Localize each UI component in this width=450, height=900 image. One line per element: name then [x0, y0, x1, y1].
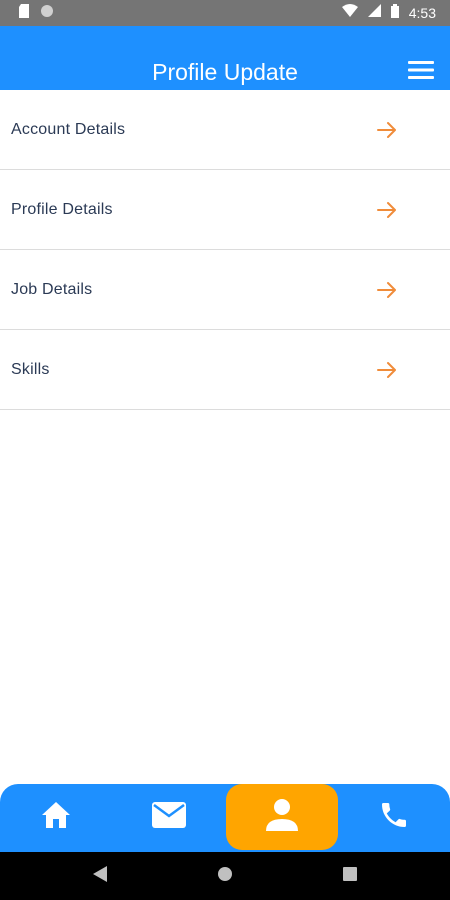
recents-icon	[343, 866, 357, 886]
status-bar: 4:53	[0, 0, 450, 26]
list-item-profile-details[interactable]: Profile Details	[0, 170, 450, 250]
menu-button[interactable]	[406, 58, 436, 86]
status-left	[18, 3, 54, 23]
hamburger-menu-icon	[408, 60, 434, 85]
list-item-account-details[interactable]: Account Details	[0, 90, 450, 170]
nav-phone-button[interactable]	[338, 784, 450, 850]
battery-icon	[390, 3, 399, 23]
status-right: 4:53	[341, 3, 436, 23]
arrow-right-icon	[376, 279, 398, 301]
list-item-label: Account Details	[11, 120, 126, 138]
signal-icon	[367, 4, 381, 22]
system-nav-bar	[0, 852, 450, 900]
arrow-right-icon	[376, 359, 398, 381]
nav-profile-button[interactable]	[226, 784, 338, 850]
back-icon	[93, 865, 107, 887]
person-icon	[264, 797, 300, 838]
nav-home-button[interactable]	[0, 784, 112, 850]
screen: 4:53 Profile Update Account Details Prof…	[0, 0, 450, 900]
phone-icon	[378, 799, 410, 836]
list-item-label: Profile Details	[11, 200, 113, 218]
status-time: 4:53	[408, 5, 436, 21]
app-bar: Profile Update	[0, 26, 450, 90]
bottom-nav	[0, 784, 450, 852]
list-item-job-details[interactable]: Job Details	[0, 250, 450, 330]
system-recents-button[interactable]	[340, 866, 360, 886]
profile-menu-list: Account Details Profile Details Job Deta…	[0, 90, 450, 410]
list-item-label: Skills	[11, 360, 50, 378]
home-icon	[40, 800, 72, 835]
sync-icon	[40, 4, 54, 23]
page-title: Profile Update	[152, 59, 298, 85]
system-back-button[interactable]	[90, 865, 110, 887]
list-item-skills[interactable]: Skills	[0, 330, 450, 410]
home-circle-icon	[217, 866, 233, 887]
mail-icon	[152, 801, 186, 833]
wifi-icon	[341, 4, 358, 22]
system-home-button[interactable]	[215, 866, 235, 886]
sd-card-icon	[18, 3, 30, 23]
arrow-right-icon	[376, 119, 398, 141]
list-item-label: Job Details	[11, 280, 93, 298]
nav-mail-button[interactable]	[113, 784, 225, 850]
arrow-right-icon	[376, 199, 398, 221]
